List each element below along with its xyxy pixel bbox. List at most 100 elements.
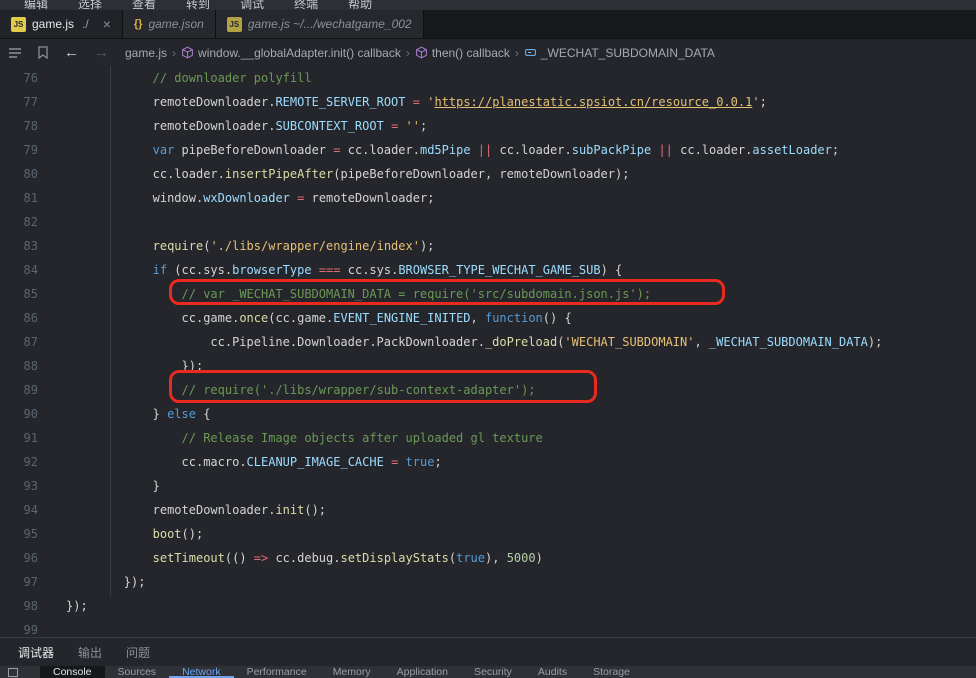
line-number: 99	[23, 623, 38, 637]
code-line[interactable]: 77 remoteDownloader.REMOTE_SERVER_ROOT = …	[0, 90, 976, 114]
close-icon[interactable]: ×	[103, 17, 111, 31]
code-line[interactable]: 81 window.wxDownloader = remoteDownloader…	[0, 186, 976, 210]
line-number: 77	[23, 95, 38, 109]
menu-item-debug[interactable]: 调试	[240, 0, 264, 10]
panel-tab-output[interactable]: 输出	[78, 640, 102, 665]
code-line[interactable]: 90 } else {	[0, 402, 976, 426]
breadcrumb-item-init-callback[interactable]: window.__globalAdapter.init() callback	[181, 46, 401, 60]
devtools-tab-performance[interactable]: Performance	[234, 666, 320, 678]
menu-item-go[interactable]: 转到	[186, 0, 210, 10]
code-text: });	[66, 599, 88, 613]
js-file-icon: JS	[226, 16, 242, 32]
code-text: require('./libs/wrapper/engine/index');	[152, 239, 435, 253]
back-arrow-icon[interactable]: ←	[64, 45, 79, 60]
tab-game-js-wechatgame[interactable]: JS game.js ~/.../wechatgame_002	[215, 10, 424, 38]
line-number: 84	[23, 263, 38, 277]
symbol-cube-icon	[415, 46, 428, 59]
code-line[interactable]: 95 boot();	[0, 522, 976, 546]
menu-item-terminal[interactable]: 终端	[294, 0, 318, 10]
code-line[interactable]: 89 // require('./libs/wrapper/sub-context…	[0, 378, 976, 402]
code-line[interactable]: 94 remoteDownloader.init();	[0, 498, 976, 522]
tab-label: game.json	[148, 17, 204, 31]
code-text: remoteDownloader.SUBCONTEXT_ROOT = '';	[152, 119, 428, 133]
code-line[interactable]: 92 cc.macro.CLEANUP_IMAGE_CACHE = true;	[0, 450, 976, 474]
code-line[interactable]: 86 cc.game.once(cc.game.EVENT_ENGINE_INIT…	[0, 306, 976, 330]
code-line[interactable]: 93}	[0, 474, 976, 498]
devtools-tab-memory[interactable]: Memory	[320, 666, 384, 678]
code-line[interactable]: 83 require('./libs/wrapper/engine/index')…	[0, 234, 976, 258]
tab-label: game.js ~/.../wechatgame_002	[247, 17, 412, 31]
devtools-tab-application[interactable]: Application	[384, 666, 461, 678]
code-text: var pipeBeforeDownloader = cc.loader.md5…	[152, 143, 840, 157]
code-line[interactable]: 85 // var _WECHAT_SUBDOMAIN_DATA = requir…	[0, 282, 976, 306]
code-text: // downloader polyfill	[152, 71, 312, 85]
devtools-tab-console[interactable]: Console	[40, 666, 105, 678]
code-text: boot();	[152, 527, 204, 541]
code-line[interactable]: 99	[0, 618, 976, 637]
devtools-tab-network[interactable]: Network	[169, 666, 234, 678]
line-number: 76	[23, 71, 38, 85]
list-icon[interactable]	[8, 47, 22, 59]
code-line[interactable]: 88});	[0, 354, 976, 378]
menu-item-edit[interactable]: 编辑	[24, 0, 48, 10]
devtools-tab-sources[interactable]: Sources	[105, 666, 170, 678]
code-text: // var _WECHAT_SUBDOMAIN_DATA = require(…	[181, 287, 652, 301]
line-number: 83	[23, 239, 38, 253]
breadcrumb-separator: ›	[514, 45, 519, 60]
code-line[interactable]: 91 // Release Image objects after uploade…	[0, 426, 976, 450]
code-area: 76 // downloader polyfill 77 remoteDownload…	[0, 66, 976, 637]
bottom-panel: 调试器 输出 问题	[0, 637, 976, 668]
tab-game-json[interactable]: {} game.json	[122, 10, 216, 38]
devtools-tab-security[interactable]: Security	[461, 666, 525, 678]
symbol-cube-icon	[181, 46, 194, 59]
code-text: setTimeout(() => cc.debug.setDisplayStat…	[152, 551, 543, 565]
line-number: 91	[23, 431, 38, 445]
code-line[interactable]: 87 cc.Pipeline.Downloader.PackDownloader.…	[0, 330, 976, 354]
inspect-element-icon[interactable]	[8, 668, 18, 677]
code-line[interactable]: 79 var pipeBeforeDownloader = cc.loader.m…	[0, 138, 976, 162]
menu-item-selection[interactable]: 选择	[78, 0, 102, 10]
breadcrumb-item-subdomain-data[interactable]: _WECHAT_SUBDOMAIN_DATA	[524, 46, 715, 60]
breadcrumb-separator: ›	[172, 45, 177, 60]
devtools-tab-storage[interactable]: Storage	[580, 666, 643, 678]
code-text: remoteDownloader.init();	[152, 503, 327, 517]
panel-tab-debugger[interactable]: 调试器	[15, 640, 57, 668]
forward-arrow-icon[interactable]: →	[94, 45, 109, 60]
line-number: 85	[23, 287, 38, 301]
devtools-tab-audits[interactable]: Audits	[525, 666, 580, 678]
panel-tab-problems[interactable]: 问题	[126, 640, 150, 665]
symbol-variable-icon	[524, 46, 537, 59]
line-number: 86	[23, 311, 38, 325]
code-line[interactable]: 84 if (cc.sys.browserType === cc.sys.BROW…	[0, 258, 976, 282]
code-text: if (cc.sys.browserType === cc.sys.BROWSE…	[152, 263, 623, 277]
code-editor[interactable]: 76 // downloader polyfill 77 remoteDownload…	[0, 66, 976, 637]
code-line[interactable]: 78 remoteDownloader.SUBCONTEXT_ROOT = '';	[0, 114, 976, 138]
line-number: 90	[23, 407, 38, 421]
line-number: 81	[23, 191, 38, 205]
breadcrumb-item-then-callback[interactable]: then() callback	[415, 46, 510, 60]
menu-item-view[interactable]: 查看	[132, 0, 156, 10]
code-line[interactable]: 80 cc.loader.insertPipeAfter(pipeBeforeDo…	[0, 162, 976, 186]
code-line[interactable]: 82	[0, 210, 976, 234]
breadcrumb-separator: ›	[405, 45, 410, 60]
json-file-icon: {}	[133, 18, 143, 30]
code-line[interactable]: 76 // downloader polyfill	[0, 66, 976, 90]
line-number: 97	[23, 575, 38, 589]
code-line[interactable]: 98});	[0, 594, 976, 618]
code-line[interactable]: 97});	[0, 570, 976, 594]
breadcrumb: game.js › window.__globalAdapter.init() …	[125, 46, 715, 60]
code-text: cc.loader.insertPipeAfter(pipeBeforeDown…	[152, 167, 630, 181]
breadcrumb-label: then() callback	[431, 45, 510, 60]
line-number: 96	[23, 551, 38, 565]
tab-game-js[interactable]: JS game.js ./ ×	[0, 10, 123, 38]
line-number: 93	[23, 479, 38, 493]
js-file-icon: JS	[11, 16, 26, 32]
code-text: // require('./libs/wrapper/sub-context-a…	[181, 383, 536, 397]
code-line[interactable]: 96 setTimeout(() => cc.debug.setDisplaySt…	[0, 546, 976, 570]
tab-path-hint: ./	[82, 17, 89, 31]
code-text: } else {	[152, 407, 211, 421]
menu-item-help[interactable]: 帮助	[348, 0, 372, 10]
code-text: // Release Image objects after uploaded …	[181, 431, 543, 445]
bookmark-icon[interactable]	[37, 46, 49, 59]
breadcrumb-item-file[interactable]: game.js	[125, 46, 167, 60]
